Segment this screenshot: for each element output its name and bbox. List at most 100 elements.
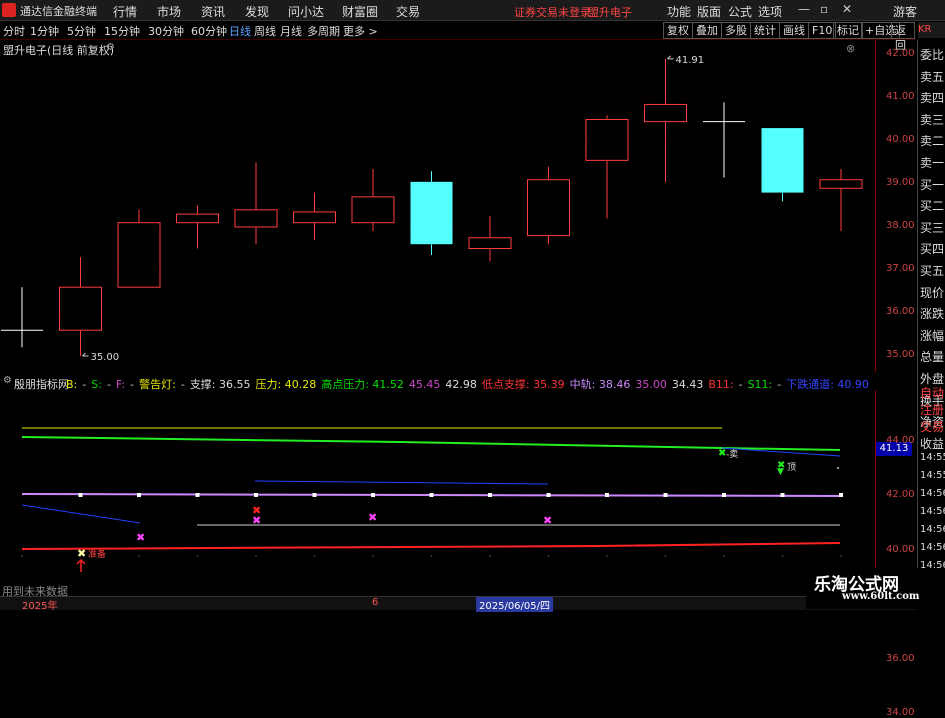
period-weekly[interactable]: 周线 xyxy=(254,23,276,39)
app-logo-icon xyxy=(2,3,16,17)
high-label: 41.91 xyxy=(676,55,705,66)
sidebar-item[interactable]: 涨跌 xyxy=(920,305,944,322)
period-monthly[interactable]: 月线 xyxy=(280,23,302,39)
app-name: 通达信金融终端 xyxy=(20,5,97,18)
candle-up xyxy=(234,209,278,228)
buy-arrow-icon xyxy=(76,558,86,572)
period-daily[interactable]: 日线 xyxy=(229,23,251,39)
period-15min[interactable]: 15分钟 xyxy=(104,23,140,39)
menu-news[interactable]: 资讯 xyxy=(201,3,225,20)
top-label: 顶 xyxy=(787,462,796,473)
tick-time: 14:55 xyxy=(920,452,945,463)
candle-up xyxy=(351,196,395,224)
sidebar-item[interactable]: 委比 xyxy=(920,46,944,63)
candle-up xyxy=(527,179,570,237)
mid-rail-dot xyxy=(722,493,726,497)
title-bar: 通达信金融终端 行情 市场 资讯 发现 问小达 财富圈 交易 证券交易未登录 盟… xyxy=(0,0,945,21)
tool-multistock[interactable]: 多股 xyxy=(721,22,751,39)
sidebar-item[interactable]: 收益 xyxy=(920,435,944,452)
mid-rail-dot xyxy=(488,493,492,497)
period-toolbar: 分时 1分钟 5分钟 15分钟 30分钟 60分钟 日线 周线 月线 多周期 更… xyxy=(0,21,915,52)
indicator-tick-label: 36.00 xyxy=(886,652,915,664)
period-1min[interactable]: 1分钟 xyxy=(30,23,59,39)
tool-back[interactable]: 返回 xyxy=(891,22,915,52)
sidebar-item[interactable]: 总量 xyxy=(920,348,944,365)
tool-adjust[interactable]: 复权 xyxy=(663,22,693,39)
time-tick-dot xyxy=(21,555,23,557)
time-tick-dot xyxy=(255,555,257,557)
time-tick-dot xyxy=(840,555,842,557)
menu-options[interactable]: 选项 xyxy=(758,3,782,20)
sidebar-badge: KR xyxy=(918,22,945,38)
menu-function[interactable]: 功能 xyxy=(667,3,691,20)
watermark: 乐淘公式网 www.60lt.com xyxy=(806,568,945,609)
menu-trade[interactable]: 交易 xyxy=(396,3,420,20)
minimize-icon[interactable]: — xyxy=(798,2,810,16)
indicator-tick-label: 42.00 xyxy=(886,489,915,501)
price-tick-label: 38.00 xyxy=(886,220,915,231)
sidebar-item[interactable]: 卖三 xyxy=(920,111,944,128)
user-guest[interactable]: 游客 xyxy=(893,3,917,20)
sidebar-item[interactable]: 买二 xyxy=(920,197,944,214)
indicator-panel[interactable]: ✖ ✖ ✖ ✖ ✖ ✖ 准备 ✖ -卖 ✖ ▼ 顶 xyxy=(0,390,875,595)
mid-rail-dot xyxy=(780,493,785,497)
sidebar-item[interactable]: 注册 xyxy=(920,401,944,418)
time-tick-dot xyxy=(138,555,140,557)
menu-quotes[interactable]: 行情 xyxy=(113,3,137,20)
low-marker xyxy=(82,352,89,357)
tick-time: 14:56 xyxy=(920,506,945,517)
candle-up xyxy=(176,213,219,224)
menu-ask[interactable]: 问小达 xyxy=(288,3,324,20)
menu-wealth[interactable]: 财富圈 xyxy=(342,3,378,20)
sidebar-item[interactable]: 买三 xyxy=(920,219,944,236)
time-tick-dot xyxy=(781,555,784,557)
menu-layout[interactable]: 版面 xyxy=(697,3,721,20)
tool-overlay[interactable]: 叠加 xyxy=(692,22,722,39)
mid-rail-dot xyxy=(663,493,668,497)
tool-stats[interactable]: 统计 xyxy=(750,22,780,39)
kline-chart[interactable]: 盟升电子(日线 前复权) ⚙ ⊗ 41.91 35.00 xyxy=(0,40,875,372)
warn-marker: ✖ xyxy=(77,547,86,560)
sidebar-item[interactable]: 卖四 xyxy=(920,89,944,106)
candle-up xyxy=(117,222,161,288)
period-more[interactable]: 更多 > xyxy=(343,23,378,39)
login-warning[interactable]: 证券交易未登录 xyxy=(514,4,591,20)
price-tick-label: 41.00 xyxy=(886,91,915,102)
time-tick-dot xyxy=(372,555,374,557)
mid-rail-dot xyxy=(839,493,843,497)
sidebar-item[interactable]: 买四 xyxy=(920,240,944,257)
tick-time: 14:56 xyxy=(920,524,945,535)
indicator-tick-label: 34.00 xyxy=(886,707,915,718)
bottom-bar: 用到未来数据 2025年 6 2025/06/05/四 xyxy=(0,585,917,612)
sidebar-item[interactable]: 现价 xyxy=(920,284,944,301)
sidebar-item[interactable]: 卖五 xyxy=(920,68,944,85)
price-axis: 42.00 41.00 40.00 39.00 38.00 37.00 36.00 35.00 xyxy=(875,40,918,372)
sidebar-item[interactable]: 卖二 xyxy=(920,132,944,149)
period-multi[interactable]: 多周期 xyxy=(307,23,340,39)
price-tick-label: 39.00 xyxy=(886,177,915,188)
sidebar-item[interactable]: 买五 xyxy=(920,262,944,279)
sidebar-item[interactable]: 涨幅 xyxy=(920,327,944,344)
down-channel-left xyxy=(21,504,141,524)
menu-discover[interactable]: 发现 xyxy=(245,3,269,20)
restore-icon[interactable]: ▫ xyxy=(820,2,828,16)
year-label: 2025年 xyxy=(22,601,58,612)
indicator-settings-icon[interactable]: ⚙ xyxy=(3,375,12,386)
sidebar-item[interactable]: 买一 xyxy=(920,176,944,193)
sidebar-item[interactable]: 交易 xyxy=(920,418,944,435)
period-60min[interactable]: 60分钟 xyxy=(191,23,227,39)
close-icon[interactable]: ✕ xyxy=(842,2,852,16)
period-5min[interactable]: 5分钟 xyxy=(67,23,96,39)
period-tick[interactable]: 分时 xyxy=(3,23,25,39)
menu-formula[interactable]: 公式 xyxy=(728,3,752,20)
period-30min[interactable]: 30分钟 xyxy=(148,23,184,39)
tool-draw[interactable]: 画线 xyxy=(779,22,809,39)
menu-market[interactable]: 市场 xyxy=(157,3,181,20)
f-marker: ✖ xyxy=(368,511,377,524)
down-channel-mid xyxy=(254,480,549,485)
time-tick-dot xyxy=(723,555,725,557)
tool-mark[interactable]: 标记 xyxy=(833,22,863,39)
mid-rail-dot xyxy=(371,493,375,497)
sidebar-item[interactable]: 卖一 xyxy=(920,154,944,171)
sidebar-item[interactable]: 自动 xyxy=(920,384,944,401)
